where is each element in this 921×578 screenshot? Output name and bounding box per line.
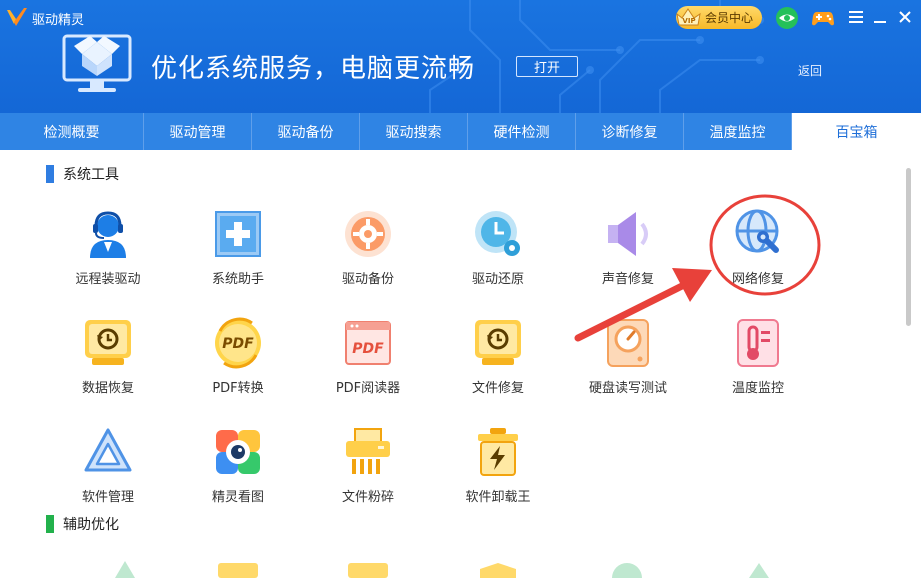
app-header: 驱动精灵 优化系统服务，电脑更流畅 打开 返回 VIP 会员中心 — [0, 0, 921, 113]
svg-text:VIP: VIP — [682, 17, 695, 25]
disk-gauge-icon — [607, 319, 649, 367]
back-link[interactable]: 返回 — [798, 62, 822, 79]
partial-tool-icon — [218, 563, 258, 578]
tool-file-shredder[interactable]: 文件粉碎 — [308, 426, 428, 508]
image-viewer-icon — [216, 430, 260, 474]
partial-tool-icon — [115, 561, 135, 578]
tool-label: 声音修复 — [601, 272, 654, 287]
svg-text:PDF: PDF — [352, 341, 384, 357]
file-repair-icon — [475, 320, 521, 365]
scrollbar-thumb[interactable] — [906, 168, 911, 326]
globe-wrench-icon — [735, 209, 779, 253]
tab-temperature-monitor[interactable]: 温度监控 — [684, 113, 792, 150]
menu-icon[interactable] — [848, 9, 864, 25]
tool-temperature-monitor[interactable]: 温度监控 — [698, 317, 818, 399]
uninstall-trash-icon — [478, 428, 518, 476]
clock-restore-icon — [475, 211, 520, 256]
backup-gear-icon — [345, 211, 391, 257]
tab-driver-management[interactable]: 驱动管理 — [144, 113, 252, 150]
tool-label: 网络修复 — [731, 272, 784, 287]
eye-protection-icon[interactable] — [775, 6, 799, 30]
section-assist-optimize: 辅助优化 — [46, 514, 119, 534]
close-icon[interactable] — [897, 9, 913, 25]
software-triangle-icon — [84, 428, 132, 472]
tool-label: 文件粉碎 — [341, 490, 394, 505]
tool-uninstall-king[interactable]: 软件卸载王 — [438, 426, 558, 508]
thermometer-icon — [737, 319, 779, 367]
tool-software-management[interactable]: 软件管理 — [48, 426, 168, 508]
tool-label: 驱动还原 — [471, 272, 524, 287]
tool-pdf-convert[interactable]: PDF PDF转换 — [178, 317, 298, 399]
tool-label: 数据恢复 — [81, 381, 134, 396]
section-title: 辅助优化 — [63, 517, 119, 533]
tool-driver-backup[interactable]: 驱动备份 — [308, 208, 428, 290]
app-logo-icon — [7, 8, 27, 26]
tab-diagnose-repair[interactable]: 诊断修复 — [576, 113, 684, 150]
tool-label: PDF阅读器 — [335, 381, 401, 396]
tool-label: 远程装驱动 — [75, 272, 141, 287]
tab-driver-backup[interactable]: 驱动备份 — [252, 113, 360, 150]
vip-crown-icon: VIP — [676, 8, 701, 26]
partial-tool-icon — [480, 563, 516, 578]
main-tabs: 检测概要 驱动管理 驱动备份 驱动搜索 硬件检测 诊断修复 温度监控 百宝箱 — [0, 113, 921, 150]
minimize-icon[interactable] — [872, 9, 888, 25]
partial-tool-icon — [612, 563, 642, 578]
tool-label: 硬盘读写测试 — [588, 381, 667, 396]
tab-detect-overview[interactable]: 检测概要 — [0, 113, 144, 150]
shredder-icon — [346, 428, 390, 474]
banner-headline: 优化系统服务，电脑更流畅 — [151, 54, 476, 84]
vip-center-button[interactable]: VIP 会员中心 — [676, 6, 762, 29]
section-system-tools: 系统工具 — [46, 164, 119, 184]
tool-label: 温度监控 — [731, 381, 784, 396]
tool-sprite-image-viewer[interactable]: 精灵看图 — [178, 426, 298, 508]
tool-label: 精灵看图 — [211, 490, 264, 505]
toolbox-content: 系统工具 远程装驱动 系统助手 驱动备份 驱动还原 声音修复 网络修复 数据恢复… — [0, 150, 921, 578]
tool-label: PDF转换 — [212, 381, 264, 396]
tab-driver-search[interactable]: 驱动搜索 — [360, 113, 468, 150]
open-button[interactable]: 打开 — [516, 56, 578, 77]
tool-sound-repair[interactable]: 声音修复 — [568, 208, 688, 290]
tool-file-repair[interactable]: 文件修复 — [438, 317, 558, 399]
tool-remote-driver-install[interactable]: 远程装驱动 — [48, 208, 168, 290]
tool-label: 文件修复 — [471, 381, 524, 396]
support-agent-icon — [90, 211, 126, 258]
section-title: 系统工具 — [63, 167, 119, 183]
tool-label: 软件管理 — [81, 490, 134, 505]
tab-toolbox[interactable]: 百宝箱 — [792, 113, 921, 150]
section-accent-bar — [46, 165, 54, 183]
tool-label: 系统助手 — [211, 272, 264, 287]
pdf-convert-icon: PDF — [215, 317, 261, 369]
svg-text:PDF: PDF — [222, 336, 254, 352]
tool-driver-restore[interactable]: 驱动还原 — [438, 208, 558, 290]
vip-center-label: 会员中心 — [705, 11, 754, 25]
tool-data-recovery[interactable]: 数据恢复 — [48, 317, 168, 399]
game-controller-icon[interactable] — [810, 6, 836, 30]
section-accent-bar — [46, 515, 54, 533]
tool-label: 驱动备份 — [341, 272, 394, 287]
pdf-reader-icon: PDF — [345, 321, 391, 365]
speaker-icon — [608, 212, 648, 256]
windows-tile-icon — [215, 211, 261, 257]
data-recovery-icon — [85, 320, 131, 365]
app-title: 驱动精灵 — [32, 13, 85, 28]
tab-hardware-detect[interactable]: 硬件检测 — [468, 113, 576, 150]
partial-tool-icon — [749, 563, 769, 578]
tool-network-repair[interactable]: 网络修复 — [698, 208, 818, 290]
tool-label: 软件卸载王 — [465, 490, 531, 505]
tool-disk-rw-test[interactable]: 硬盘读写测试 — [568, 317, 688, 399]
tool-pdf-reader[interactable]: PDF PDF阅读器 — [308, 317, 428, 399]
partial-tool-icon — [348, 563, 388, 578]
tool-system-assistant[interactable]: 系统助手 — [178, 208, 298, 290]
pc-box-illustration-icon — [62, 34, 132, 92]
